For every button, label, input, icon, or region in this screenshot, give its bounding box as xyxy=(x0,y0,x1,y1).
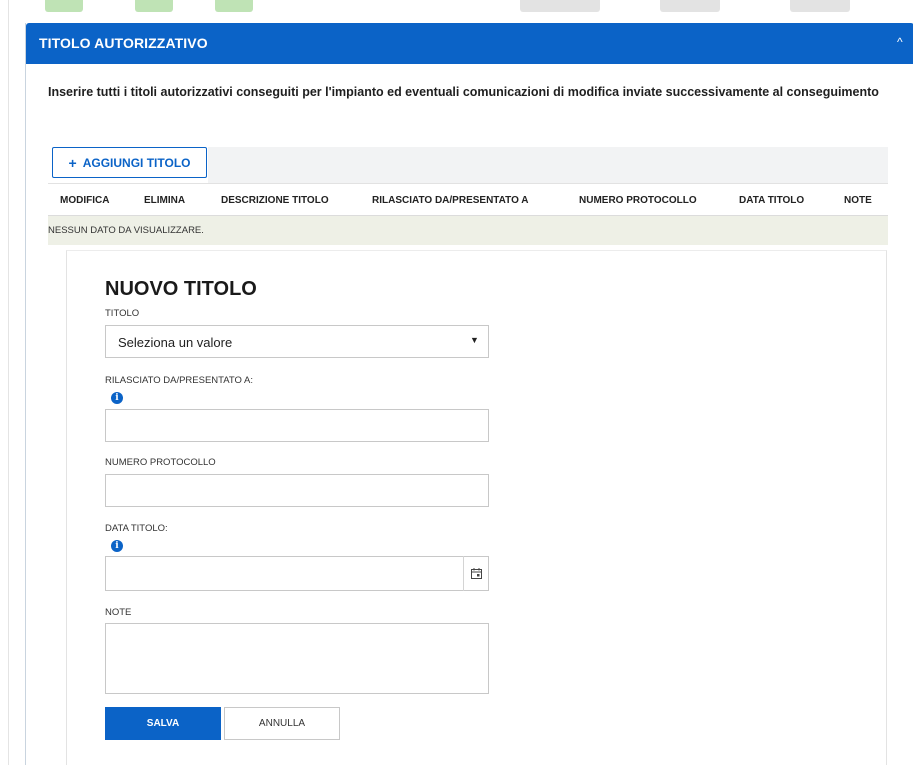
calendar-button[interactable] xyxy=(463,556,489,591)
column-header-elimina[interactable]: ELIMINA xyxy=(144,195,185,206)
page-left-rule xyxy=(8,0,9,765)
top-decoration xyxy=(45,0,83,12)
add-titolo-button-label: AGGIUNGI TITOLO xyxy=(82,155,191,170)
data-titolo-input[interactable] xyxy=(105,556,489,591)
top-decoration xyxy=(520,0,600,12)
form-title: NUOVO TITOLO xyxy=(105,278,257,300)
top-decoration xyxy=(135,0,173,12)
panel-header[interactable]: TITOLO AUTORIZZATIVO ^ xyxy=(26,23,913,64)
top-decoration xyxy=(215,0,253,12)
column-header-protocollo[interactable]: NUMERO PROTOCOLLO xyxy=(579,195,697,206)
add-titolo-button[interactable]: + AGGIUNGI TITOLO xyxy=(52,147,207,178)
info-icon[interactable]: i xyxy=(111,540,123,552)
calendar-icon xyxy=(471,568,482,579)
data-titolo-label: DATA TITOLO: xyxy=(105,523,168,534)
titolo-select-value: Seleziona un valore xyxy=(118,335,233,350)
protocollo-label: NUMERO PROTOCOLLO xyxy=(105,457,216,468)
top-decoration xyxy=(790,0,850,12)
rilasciato-input[interactable] xyxy=(105,409,489,442)
page: TITOLO AUTORIZZATIVO ^ Inserire tutti i … xyxy=(0,0,913,765)
column-header-rilasciato[interactable]: RILASCIATO DA/PRESENTATO A xyxy=(372,195,529,206)
column-header-modifica[interactable]: MODIFICA xyxy=(60,195,109,206)
plus-icon: + xyxy=(68,154,77,171)
protocollo-input[interactable] xyxy=(105,474,489,507)
info-icon[interactable]: i xyxy=(111,392,123,404)
chevron-up-icon[interactable]: ^ xyxy=(897,35,903,49)
empty-message: NESSUN DATO DA VISUALIZZARE. xyxy=(48,225,204,236)
panel-instructions: Inserire tutti i titoli autorizzativi co… xyxy=(48,85,879,99)
table-header: MODIFICA ELIMINA DESCRIZIONE TITOLO RILA… xyxy=(48,183,888,216)
titolo-autorizzativo-panel: TITOLO AUTORIZZATIVO ^ Inserire tutti i … xyxy=(25,23,913,765)
table-empty-row: NESSUN DATO DA VISUALIZZARE. xyxy=(48,215,888,245)
toolbar-strip xyxy=(208,147,888,183)
titolo-label: TITOLO xyxy=(105,308,140,319)
caret-down-icon: ▼ xyxy=(470,335,479,345)
cancel-button[interactable]: ANNULLA xyxy=(224,707,340,740)
titolo-select[interactable]: Seleziona un valore ▼ xyxy=(105,325,489,358)
rilasciato-label: RILASCIATO DA/PRESENTATO A: xyxy=(105,375,253,386)
panel-title: TITOLO AUTORIZZATIVO xyxy=(39,35,208,51)
column-header-note[interactable]: NOTE xyxy=(844,195,872,206)
column-header-descrizione[interactable]: DESCRIZIONE TITOLO xyxy=(221,195,329,206)
note-textarea[interactable] xyxy=(105,623,489,694)
save-button[interactable]: SALVA xyxy=(105,707,221,740)
column-header-data[interactable]: DATA TITOLO xyxy=(739,195,804,206)
note-label: NOTE xyxy=(105,607,132,618)
top-decoration xyxy=(660,0,720,12)
nuovo-titolo-form: NUOVO TITOLO TITOLO Seleziona un valore … xyxy=(66,250,887,765)
